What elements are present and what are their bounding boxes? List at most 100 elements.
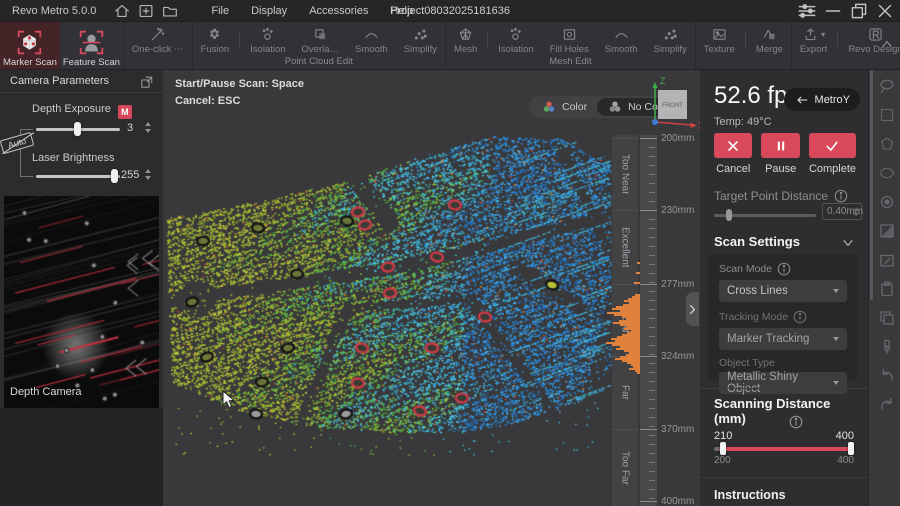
feature-scan-button[interactable]: Feature Scan	[60, 22, 123, 69]
scan-mode-select[interactable]: Cross Lines	[719, 280, 847, 302]
depth-exposure-value[interactable]: 3	[127, 122, 133, 134]
info-icon[interactable]	[792, 309, 808, 325]
texture-button[interactable]: Texture	[696, 22, 743, 56]
tracking-mode-select[interactable]: Marker Tracking	[719, 328, 847, 350]
feature-scan-button-label: Feature Scan	[63, 57, 120, 68]
wand-icon	[149, 26, 166, 43]
brush-icon[interactable]	[877, 337, 897, 357]
object-type-label: Object Type	[719, 357, 847, 369]
fusion-icon	[206, 26, 223, 43]
menu-accessories[interactable]: Accessories	[298, 5, 379, 17]
slider-handle[interactable]	[111, 169, 118, 183]
depth-histogram-bar	[637, 262, 640, 264]
merge-button[interactable]: Merge	[748, 22, 791, 56]
caret-down-icon: ▾	[821, 30, 825, 39]
orientation-gizmo[interactable]: Z X FRONT	[641, 72, 700, 136]
pen-select-icon[interactable]	[877, 250, 897, 270]
main-toolbar: Marker ScanFeature Scan One-click ⋯Fusion…	[0, 22, 900, 70]
laser-brightness-slider[interactable]	[36, 169, 120, 183]
pc-simplify-button[interactable]: Simplify	[396, 22, 445, 56]
close-icon[interactable]	[872, 0, 898, 22]
pc-isolation-button-label: Isolation	[250, 44, 285, 55]
panel-scrollbar[interactable]	[870, 70, 873, 300]
range-max-label: 400	[837, 455, 854, 466]
redo-icon[interactable]	[877, 395, 897, 415]
pc-smooth-button[interactable]: Smooth	[347, 22, 396, 56]
new-project-icon[interactable]	[134, 2, 158, 20]
preferences-icon[interactable]	[794, 0, 820, 22]
pc-smooth-button-label: Smooth	[355, 44, 388, 55]
pause-button[interactable]	[761, 133, 799, 158]
fill-holes-icon	[561, 26, 578, 43]
clipboard-icon[interactable]	[877, 279, 897, 299]
device-button[interactable]: MetroY	[784, 88, 860, 111]
depth-histogram-bar	[634, 282, 640, 284]
selection-tools-strip	[868, 70, 900, 506]
mesh-isolation-button-label: Isolation	[498, 44, 533, 55]
depth-exposure-slider[interactable]	[36, 122, 120, 136]
mesh-isolation-button[interactable]: Isolation	[490, 22, 541, 56]
scan-settings-box: Scan Mode Cross Lines Tracking Mode Mark…	[708, 254, 858, 380]
slider-handle[interactable]	[74, 122, 81, 136]
chevron-down-icon[interactable]	[840, 235, 856, 251]
title-bar: Revo Metro 5.0.0 File Display Accessorie…	[0, 0, 900, 22]
toolbar-collapse-icon[interactable]	[879, 36, 895, 52]
toolbar-group-caption: Mesh Edit	[446, 56, 695, 69]
cancel-label: Cancel	[716, 163, 750, 175]
mesh-simplify-button[interactable]: Simplify	[645, 22, 694, 56]
laser-brightness-stepper[interactable]	[145, 169, 151, 180]
object-type-select[interactable]: Metallic Shiny Object	[719, 372, 847, 394]
undo-icon[interactable]	[877, 366, 897, 386]
value-stepper	[853, 208, 859, 216]
manual-mode-badge[interactable]: M	[118, 105, 132, 119]
info-icon[interactable]	[776, 261, 792, 277]
info-icon[interactable]	[833, 188, 849, 204]
lasso-select-icon[interactable]	[877, 76, 897, 96]
pc-isolation-button[interactable]: Isolation	[242, 22, 293, 56]
laser-brightness-value[interactable]: 255	[121, 169, 139, 181]
fill-holes-button[interactable]: Fill Holes	[542, 22, 597, 56]
restore-icon[interactable]	[846, 0, 872, 22]
rectangle-select-icon[interactable]	[877, 105, 897, 125]
depth-exposure-label: Depth ExposureM	[32, 103, 132, 119]
target-point-distance-value: 0.40mm	[822, 203, 862, 220]
popout-icon[interactable]	[139, 74, 155, 90]
open-project-icon[interactable]	[158, 2, 182, 20]
overlap-button[interactable]: Overla…	[294, 22, 347, 56]
slider-track	[36, 175, 120, 178]
toolbar-separator	[239, 31, 240, 47]
copy-icon[interactable]	[877, 308, 897, 328]
marker-scan-button[interactable]: Marker Scan	[0, 22, 60, 69]
mesh-button[interactable]: Mesh	[446, 22, 485, 56]
range-handle-max[interactable]	[848, 442, 854, 455]
complete-button[interactable]	[809, 133, 856, 158]
export-button[interactable]: ▾Export	[792, 22, 835, 56]
range-handle-min[interactable]	[720, 442, 726, 455]
mesh-smooth-button[interactable]: Smooth	[597, 22, 646, 56]
fusion-button[interactable]: Fusion	[193, 22, 238, 56]
polygon-select-icon[interactable]	[877, 134, 897, 154]
ellipse-select-icon[interactable]	[877, 163, 897, 183]
temperature-readout: Temp: 49°C	[714, 116, 772, 128]
slider-handle	[726, 209, 732, 221]
cancel-button[interactable]	[714, 133, 752, 158]
scan-viewport[interactable]: Start/Pause Scan: Space Cancel: ESC Colo…	[163, 70, 700, 506]
menu-display[interactable]: Display	[240, 5, 298, 17]
menu-file[interactable]: File	[200, 5, 240, 17]
window-controls	[794, 0, 898, 22]
overlap-button-label: Overla…	[302, 44, 339, 55]
one-click-button[interactable]: One-click ⋯	[124, 22, 192, 56]
depth-exposure-stepper[interactable]	[145, 122, 151, 133]
scanning-distance-slider[interactable]	[714, 447, 854, 451]
color-option[interactable]: Color	[531, 98, 597, 116]
simplify-icon	[412, 26, 429, 43]
minimize-icon[interactable]	[820, 0, 846, 22]
toolbar-separator	[837, 31, 838, 47]
scanning-distance-title: Scanning Distance (mm)	[714, 396, 844, 426]
panel-collapse-button[interactable]	[686, 292, 699, 326]
disc-select-icon[interactable]	[877, 192, 897, 212]
invert-select-icon[interactable]	[877, 221, 897, 241]
info-icon[interactable]	[788, 414, 804, 430]
scanning-distance-min: 210	[714, 430, 732, 442]
home-icon[interactable]	[110, 2, 134, 20]
